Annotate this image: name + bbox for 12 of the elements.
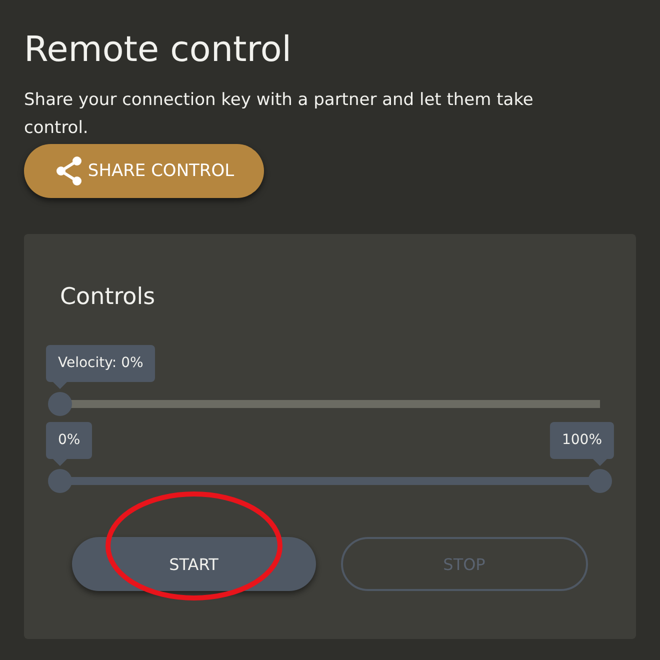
page-title: Remote control bbox=[24, 29, 292, 72]
value-tooltip: 0% bbox=[46, 422, 92, 466]
value-tooltip: 100% bbox=[550, 422, 614, 466]
share-control-button[interactable]: SHARE CONTROL bbox=[24, 144, 264, 198]
start-button[interactable]: START bbox=[72, 537, 316, 591]
panel-title: Controls bbox=[60, 283, 156, 312]
description-text: Share your connection key with a partner and let them take control. bbox=[24, 89, 534, 140]
value-tooltip: Velocity: 0% bbox=[46, 345, 156, 389]
slider-thumb[interactable] bbox=[588, 469, 612, 493]
slider-thumb[interactable] bbox=[48, 469, 72, 493]
share-icon bbox=[54, 155, 84, 187]
slider-thumb[interactable] bbox=[48, 392, 72, 416]
